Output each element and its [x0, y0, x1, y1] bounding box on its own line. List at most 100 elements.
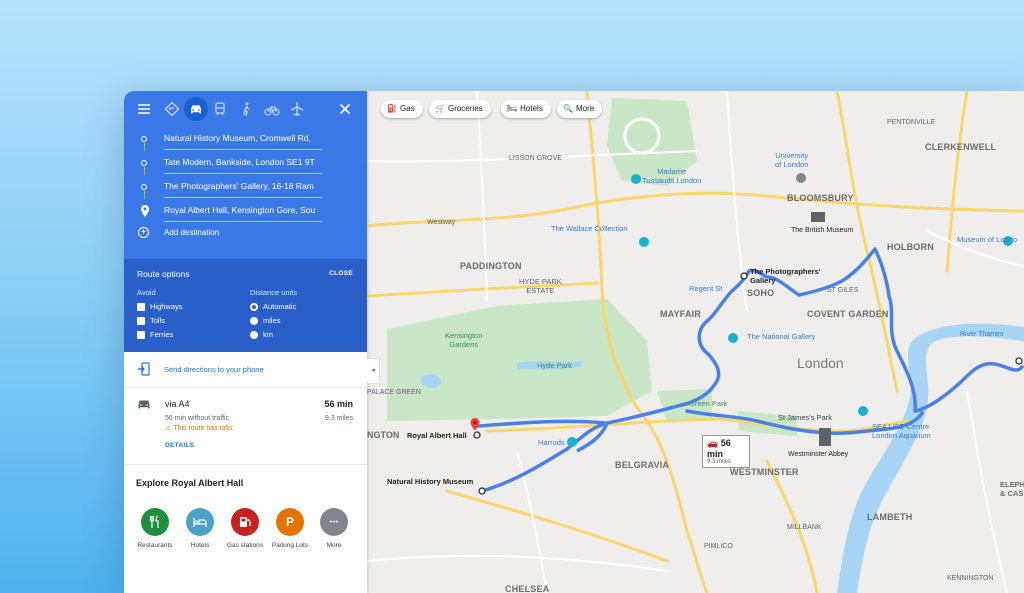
map-label: BELGRAVIA — [615, 460, 670, 470]
callout-time: 56 min — [707, 438, 731, 459]
explore-more-button[interactable]: ••• More — [309, 508, 359, 549]
avoid-title: Avoid — [137, 288, 156, 297]
destination-input[interactable]: Royal Albert Hall, Kensington Gore, Sou — [164, 201, 322, 222]
menu-button[interactable] — [132, 97, 156, 121]
units-automatic-label: Automatic — [263, 302, 297, 311]
waypoint-row: Royal Albert Hall, Kensington Gore, Sou — [124, 201, 367, 223]
map-label: Royal Albert Hall — [407, 431, 467, 440]
map-label: ST GILES — [827, 287, 859, 294]
map-label: London — [797, 355, 844, 371]
explore-parking-button[interactable]: P Parking Lots — [265, 508, 315, 549]
car-icon — [138, 400, 150, 409]
directions-sidebar: Natural History Museum, Cromwell Rd, Tat… — [124, 91, 367, 593]
gas-chip[interactable]: ⛽ Gas — [381, 100, 423, 118]
explore-gas-button[interactable]: Gas stations — [220, 508, 270, 549]
chip-label: Gas — [399, 104, 415, 113]
best-mode-button[interactable] — [160, 97, 184, 121]
waypoint-input[interactable]: Tate Modern, Bankside, London SE1 9T — [164, 153, 322, 174]
waypoint-row: Natural History Museum, Cromwell Rd, — [124, 129, 367, 151]
map-canvas[interactable]: ⛽ Gas 🛒 Groceries 🛏 Hotels 🔍 More PENTONVILL… — [367, 91, 1024, 593]
bed-icon: 🛏 — [507, 104, 518, 113]
send-to-phone-button[interactable]: Send directions to your phone — [124, 352, 367, 388]
route-traffic-note: 56 min without traffic — [165, 415, 230, 422]
close-directions-button[interactable] — [333, 97, 357, 121]
flights-mode-button[interactable] — [285, 97, 309, 121]
explore-label: Gas stations — [226, 542, 264, 549]
map-label: Regent St — [689, 284, 723, 293]
search-icon: 🔍 — [563, 104, 573, 113]
route-details-link[interactable]: DETAILS — [165, 442, 194, 449]
transit-mode-button[interactable] — [208, 97, 232, 121]
route-options-close-button[interactable]: CLOSE — [329, 270, 353, 277]
explore-hotels-button[interactable]: Hotels — [175, 508, 225, 549]
avoid-tolls-checkbox[interactable]: Tolls — [137, 316, 165, 328]
map-label: Madame Tussauds London — [642, 167, 702, 185]
route-time-callout-distance: 9.3 miles — [707, 459, 732, 465]
map-label: KENNINGTON — [947, 575, 994, 582]
send-to-phone-icon — [138, 362, 150, 376]
avoid-ferries-checkbox[interactable]: Ferries — [137, 330, 173, 342]
avoid-tolls-label: Tolls — [150, 316, 166, 325]
waypoint-input[interactable]: The Photographers' Gallery, 16-18 Ram — [164, 177, 322, 198]
close-icon — [339, 103, 351, 115]
explore-label: Parking Lots — [271, 542, 309, 549]
map-label: CLERKENWELL — [925, 142, 997, 152]
cycling-mode-button[interactable] — [260, 97, 284, 121]
map-label: BLOOMSBURY — [787, 193, 854, 203]
explore-label: Restaurants — [137, 542, 173, 549]
groceries-chip[interactable]: 🛒 Groceries — [429, 100, 491, 118]
waypoint-row: Tate Modern, Bankside, London SE1 9T — [124, 153, 367, 175]
map-label: Westminster Abbey — [788, 451, 849, 458]
route-options-title: Route options — [137, 269, 190, 279]
route-options-panel: Route options CLOSE Avoid Distance units… — [124, 259, 367, 352]
add-destination-label: Add destination — [164, 228, 220, 237]
map-label: PIMLICO — [704, 543, 733, 550]
units-km-radio[interactable]: km — [250, 330, 273, 342]
walking-mode-button[interactable] — [234, 97, 258, 121]
map-label: Hyde Park — [537, 361, 573, 370]
driving-mode-button[interactable] — [184, 97, 208, 121]
route-waypoint-marker — [740, 272, 748, 280]
map-label: University of London — [775, 151, 809, 169]
map-label: River Thames — [960, 331, 1004, 338]
map-label: St James's Park — [778, 413, 832, 422]
route-card[interactable]: via A4 56 min 56 min without traffic 9.3… — [124, 388, 367, 465]
units-miles-label: miles — [263, 316, 281, 325]
avoid-highways-label: Highways — [150, 302, 183, 311]
more-chip[interactable]: 🔍 More — [557, 100, 603, 118]
map-label: SOHO — [747, 288, 775, 298]
bicycle-icon — [264, 106, 280, 116]
map-label: Westway — [427, 219, 456, 226]
map-label: PENTONVILLE — [887, 119, 936, 126]
map-label: COVENT GARDEN — [807, 309, 889, 319]
collapse-sidebar-button[interactable]: ◂ — [367, 358, 380, 384]
map-label: Green Park — [689, 399, 728, 408]
map-label: LAMBETH — [867, 512, 913, 522]
explore-label: More — [326, 542, 342, 549]
units-automatic-radio[interactable]: Automatic — [250, 302, 296, 314]
route-distance: 9.3 miles — [324, 415, 353, 422]
explore-restaurants-button[interactable]: Restaurants — [130, 508, 180, 549]
route-time: 56 min — [324, 399, 353, 409]
map-label: Natural History Museum — [387, 477, 474, 486]
map-label: The National Gallery — [747, 332, 816, 341]
waypoint-dot-icon — [141, 136, 147, 142]
units-miles-radio[interactable]: miles — [250, 316, 281, 328]
route-waypoint-marker — [1015, 357, 1023, 365]
directions-header: Natural History Museum, Cromwell Rd, Tat… — [124, 91, 367, 259]
map-label: PALACE GREEN — [367, 389, 421, 396]
route-time-callout[interactable]: 🚗 56 min 9.3 miles — [702, 435, 750, 468]
add-destination-button[interactable]: + Add destination — [124, 225, 367, 243]
more-icon: ••• — [320, 508, 348, 536]
waypoint-input[interactable]: Natural History Museum, Cromwell Rd, — [164, 129, 322, 150]
waypoint-row: The Photographers' Gallery, 16-18 Ram — [124, 177, 367, 199]
route-warning-text: This route has tolls. — [173, 425, 234, 432]
map-label: The British Museum — [791, 227, 854, 234]
cart-icon: 🛒 — [435, 104, 445, 113]
hotels-chip[interactable]: 🛏 Hotels — [501, 100, 551, 118]
airplane-icon — [290, 102, 304, 116]
map-label: WESTMINSTER — [730, 467, 799, 477]
units-km-label: km — [263, 330, 273, 339]
avoid-highways-checkbox[interactable]: Highways — [137, 302, 183, 314]
warning-icon: ⚠ — [165, 425, 172, 432]
